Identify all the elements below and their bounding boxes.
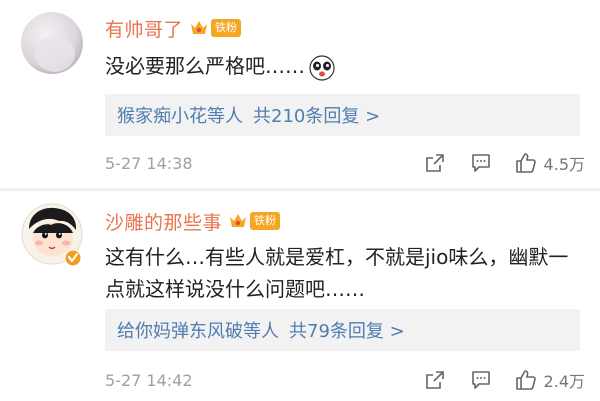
crown-icon <box>230 214 247 227</box>
name-row: 有帅哥了 铁粉 <box>105 14 242 42</box>
emoji-icon <box>309 54 335 81</box>
comment-icon <box>471 371 490 389</box>
comment-footer: 5-27 14:38 4.5万 <box>105 148 585 178</box>
actions: 4.5万 <box>424 148 585 178</box>
comment-icon <box>471 154 490 172</box>
replies-users: 给你妈弹东风破等人 <box>117 321 279 342</box>
like-button[interactable]: 4.5万 <box>514 151 585 175</box>
fan-badge: 铁粉 <box>211 19 242 37</box>
comment-item: 有帅哥了 铁粉 没必要那么严格吧…… 猴家痴小花等人 共210条回复 > 5-2… <box>0 0 600 188</box>
comment-button[interactable] <box>470 369 492 391</box>
share-button[interactable] <box>424 152 446 174</box>
replies-count: 共210条回复 > <box>253 106 381 127</box>
name-row: 沙雕的那些事 铁粉 <box>105 207 281 235</box>
comment-text-content: 没必要那么严格吧…… <box>105 54 305 78</box>
actions: 2.4万 <box>424 365 585 395</box>
like-count: 2.4万 <box>543 372 585 391</box>
username[interactable]: 有帅哥了 <box>105 15 183 42</box>
like-count: 4.5万 <box>543 155 585 174</box>
like-icon <box>515 370 536 390</box>
share-icon <box>425 371 444 389</box>
username[interactable]: 沙雕的那些事 <box>105 208 222 235</box>
avatar[interactable] <box>21 12 83 74</box>
comment-text: 这有什么…有些人就是爱杠，不就是jio味么，幽默一点就这样说没什么问题吧…… <box>105 245 569 301</box>
comment-footer: 5-27 14:42 2.4万 <box>105 365 585 395</box>
like-icon <box>515 153 536 173</box>
share-button[interactable] <box>424 369 446 391</box>
replies-users: 猴家痴小花等人 <box>117 106 243 127</box>
replies-link[interactable]: 猴家痴小花等人 共210条回复 > <box>105 94 580 136</box>
timestamp: 5-27 14:42 <box>105 370 193 390</box>
replies-count: 共79条回复 > <box>289 321 405 342</box>
fan-badge: 铁粉 <box>250 212 281 230</box>
replies-link[interactable]: 给你妈弹东风破等人 共79条回复 > <box>105 309 580 351</box>
share-icon <box>425 154 444 172</box>
timestamp: 5-27 14:38 <box>105 153 193 173</box>
crown-icon <box>191 21 208 34</box>
like-button[interactable]: 2.4万 <box>514 368 585 392</box>
comment-button[interactable] <box>470 152 492 174</box>
comment-item: 沙雕的那些事 铁粉 这有什么…有些人就是爱杠，不就是jio味么，幽默一点就这样说… <box>0 191 600 401</box>
verified-icon <box>64 249 82 267</box>
comment-text: 没必要那么严格吧…… <box>105 50 585 82</box>
